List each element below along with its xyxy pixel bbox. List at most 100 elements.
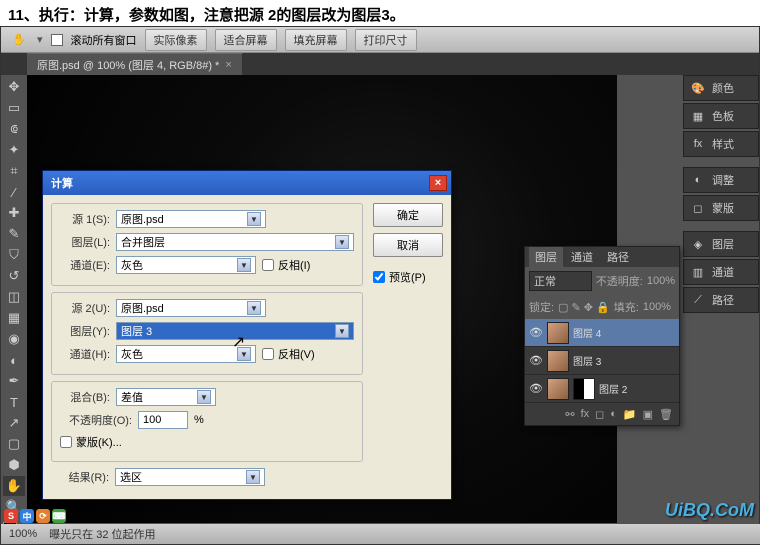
panel-layers[interactable]: ◈图层 bbox=[683, 231, 759, 257]
hand-tool-icon[interactable]: ✋ bbox=[9, 30, 29, 50]
preview-checkbox[interactable] bbox=[373, 271, 385, 283]
panel-mask[interactable]: ◻蒙版 bbox=[683, 195, 759, 221]
source1-label: 源 1(S): bbox=[60, 211, 110, 227]
close-tab-icon[interactable]: × bbox=[225, 59, 231, 71]
opacity-label: 不透明度: bbox=[596, 273, 643, 289]
tab-paths[interactable]: 路径 bbox=[601, 247, 635, 267]
actual-pixels-button[interactable]: 实际像素 bbox=[145, 29, 207, 51]
dialog-title: 计算 bbox=[51, 175, 73, 191]
print-size-button[interactable]: 打印尺寸 bbox=[355, 29, 417, 51]
shape-tool[interactable]: ▢ bbox=[3, 434, 25, 454]
fit-screen-button[interactable]: 适合屏幕 bbox=[215, 29, 277, 51]
link-icon[interactable]: ⚯ bbox=[565, 408, 574, 421]
dropdown-icon[interactable]: ▾ bbox=[37, 33, 43, 46]
invert2-checkbox[interactable] bbox=[262, 348, 274, 360]
layer2-select[interactable]: 图层 3▼ bbox=[116, 322, 354, 340]
fill-screen-button[interactable]: 填充屏幕 bbox=[285, 29, 347, 51]
cancel-button[interactable]: 取消 bbox=[373, 233, 443, 257]
wand-tool[interactable]: ✦ bbox=[3, 140, 25, 160]
invert1-checkbox[interactable] bbox=[262, 259, 274, 271]
styles-icon: fx bbox=[690, 136, 706, 152]
panel-color[interactable]: 🎨颜色 bbox=[683, 75, 759, 101]
document-title: 原图.psd @ 100% (图层 4, RGB/8#) * bbox=[37, 57, 219, 73]
history-brush-tool[interactable]: ↺ bbox=[3, 266, 25, 286]
paths-icon: ⟋ bbox=[690, 292, 706, 308]
crop-tool[interactable]: ⌗ bbox=[3, 161, 25, 181]
visibility-icon[interactable]: 👁 bbox=[529, 382, 543, 396]
layer-row[interactable]: 👁 图层 2 bbox=[525, 375, 679, 403]
healing-tool[interactable]: ✚ bbox=[3, 203, 25, 223]
channel1-label: 通道(E): bbox=[60, 257, 110, 273]
marquee-tool[interactable]: ▭ bbox=[3, 98, 25, 118]
wm-badge: ⌨ bbox=[52, 509, 66, 523]
tab-layers[interactable]: 图层 bbox=[529, 247, 563, 267]
dialog-close-button[interactable]: × bbox=[429, 175, 447, 191]
source2-select[interactable]: 原图.psd▼ bbox=[116, 299, 266, 317]
mask-icon: ◻ bbox=[690, 200, 706, 216]
tab-channels[interactable]: 通道 bbox=[565, 247, 599, 267]
eraser-tool[interactable]: ◫ bbox=[3, 287, 25, 307]
panel-adjust[interactable]: ◐调整 bbox=[683, 167, 759, 193]
hand-tool[interactable]: ✋ bbox=[3, 476, 25, 496]
layer1-select[interactable]: 合并图层▼ bbox=[116, 233, 354, 251]
opacity-value[interactable]: 100% bbox=[647, 275, 675, 287]
eyedropper-tool[interactable]: ⁄ bbox=[3, 182, 25, 202]
opacity-input[interactable] bbox=[138, 411, 188, 429]
source1-group: 源 1(S): 原图.psd▼ 图层(L): 合并图层▼ 通道(E): 灰色▼ … bbox=[51, 203, 363, 286]
path-tool[interactable]: ↗ bbox=[3, 413, 25, 433]
chevron-down-icon: ▼ bbox=[247, 301, 261, 315]
result-select[interactable]: 选区▼ bbox=[115, 468, 265, 486]
folder-icon[interactable]: 📁 bbox=[623, 408, 637, 421]
channel2-select[interactable]: 灰色▼ bbox=[116, 345, 256, 363]
layer-name: 图层 3 bbox=[573, 353, 601, 368]
layer-row[interactable]: 👁 图层 4 bbox=[525, 319, 679, 347]
stamp-tool[interactable]: ⛉ bbox=[3, 245, 25, 265]
scroll-all-checkbox[interactable] bbox=[51, 34, 63, 46]
adjustment-icon[interactable]: ◐ bbox=[610, 408, 617, 420]
mask-add-icon[interactable]: ◻ bbox=[595, 408, 604, 421]
fill-value[interactable]: 100% bbox=[643, 301, 671, 313]
wm-badge: 中 bbox=[20, 509, 34, 523]
layer-thumbnail[interactable] bbox=[547, 378, 569, 400]
mask-thumbnail[interactable] bbox=[573, 378, 595, 400]
panel-swatch[interactable]: ▦色板 bbox=[683, 103, 759, 129]
source1-select[interactable]: 原图.psd▼ bbox=[116, 210, 266, 228]
chevron-down-icon: ▼ bbox=[335, 235, 349, 249]
blend-mode-select[interactable]: 正常 bbox=[529, 271, 592, 291]
document-tab[interactable]: 原图.psd @ 100% (图层 4, RGB/8#) * × bbox=[27, 53, 243, 76]
trash-icon[interactable]: 🗑 bbox=[659, 408, 673, 421]
3d-tool[interactable]: ⬢ bbox=[3, 455, 25, 475]
source2-group: 源 2(U): 原图.psd▼ 图层(Y): 图层 3▼ 通道(H): 灰色▼ … bbox=[51, 292, 363, 375]
lasso-tool[interactable]: ⟃ bbox=[3, 119, 25, 139]
visibility-icon[interactable]: 👁 bbox=[529, 354, 543, 368]
panel-channels[interactable]: ▥通道 bbox=[683, 259, 759, 285]
panel-styles[interactable]: fx样式 bbox=[683, 131, 759, 157]
panel-paths[interactable]: ⟋路径 bbox=[683, 287, 759, 313]
gradient-tool[interactable]: ▦ bbox=[3, 308, 25, 328]
layer-thumbnail[interactable] bbox=[547, 350, 569, 372]
watermark-icons: S 中 ⟳ ⌨ bbox=[4, 509, 66, 523]
channel1-select[interactable]: 灰色▼ bbox=[116, 256, 256, 274]
ok-button[interactable]: 确定 bbox=[373, 203, 443, 227]
mask-checkbox[interactable] bbox=[60, 436, 72, 448]
move-tool[interactable]: ✥ bbox=[3, 77, 25, 97]
layer-thumbnail[interactable] bbox=[547, 322, 569, 344]
blur-tool[interactable]: ◉ bbox=[3, 329, 25, 349]
layer-row[interactable]: 👁 图层 3 bbox=[525, 347, 679, 375]
type-tool[interactable]: T bbox=[3, 392, 25, 412]
pen-tool[interactable]: ✒ bbox=[3, 371, 25, 391]
layer2-label: 图层(Y): bbox=[60, 323, 110, 339]
chevron-down-icon: ▼ bbox=[335, 324, 349, 338]
options-bar: ✋ ▾ 滚动所有窗口 实际像素 适合屏幕 填充屏幕 打印尺寸 bbox=[1, 27, 759, 53]
new-layer-icon[interactable]: ▣ bbox=[643, 408, 653, 421]
visibility-icon[interactable]: 👁 bbox=[529, 326, 543, 340]
dodge-tool[interactable]: ◐ bbox=[3, 350, 25, 370]
lock-icons[interactable]: ▢ ✎ ✥ 🔒 bbox=[558, 301, 610, 314]
blend-label: 混合(B): bbox=[60, 389, 110, 405]
blend-select[interactable]: 差值▼ bbox=[116, 388, 216, 406]
dialog-titlebar[interactable]: 计算 × bbox=[43, 171, 451, 195]
brush-tool[interactable]: ✎ bbox=[3, 224, 25, 244]
zoom-value[interactable]: 100% bbox=[9, 528, 37, 540]
fx-icon[interactable]: fx bbox=[581, 408, 590, 420]
result-label: 结果(R): bbox=[59, 469, 109, 485]
